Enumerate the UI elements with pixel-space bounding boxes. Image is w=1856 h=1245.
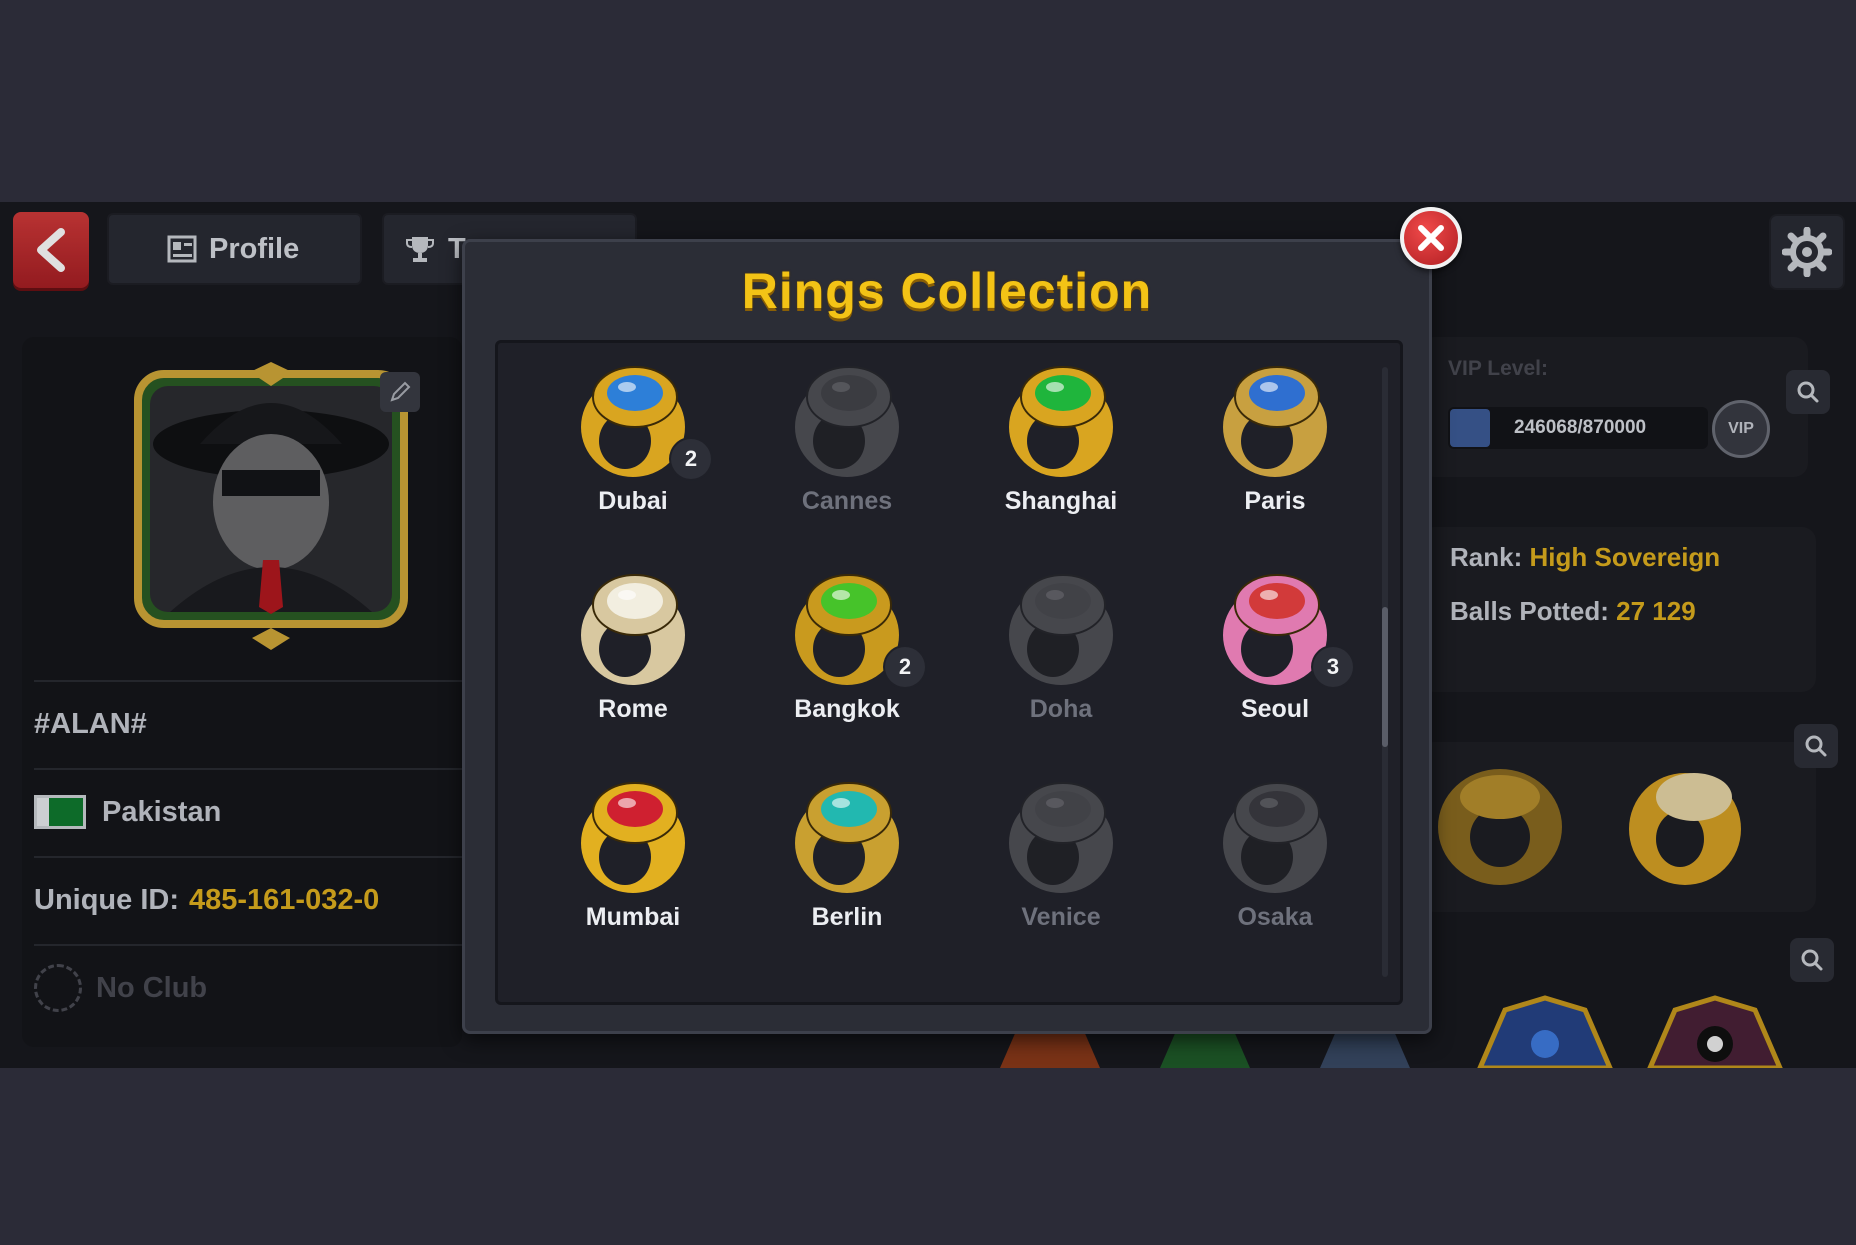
rings-scrollbar-thumb[interactable] (1382, 607, 1388, 747)
ring-cannes-icon (795, 366, 899, 477)
ring-name: Bangkok (794, 695, 900, 723)
close-icon (1418, 225, 1444, 251)
ring-name: Shanghai (1004, 487, 1118, 515)
ring-item-shanghai[interactable]: Shanghai (961, 357, 1161, 557)
ring-count-badge: 2 (885, 647, 925, 687)
ring-name: Cannes (801, 487, 893, 515)
letterbox-bottom (0, 1068, 1856, 1245)
ring-item-mumbai[interactable]: Mumbai (533, 773, 733, 973)
close-button[interactable] (1400, 207, 1462, 269)
ring-count-badge: 3 (1313, 647, 1353, 687)
ring-item-doha[interactable]: Doha (961, 565, 1161, 765)
letterbox-top (0, 0, 1856, 202)
ring-item-paris[interactable]: Paris (1175, 357, 1375, 557)
ring-item-dubai[interactable]: Dubai 2 (533, 357, 733, 557)
ring-rome-icon (581, 574, 685, 685)
ring-item-bangkok[interactable]: Bangkok 2 (747, 565, 947, 765)
ring-name: Doha (1029, 695, 1093, 723)
ring-item-seoul[interactable]: Seoul 3 (1175, 565, 1375, 765)
ring-venice-icon (1009, 782, 1113, 893)
ring-name: Dubai (598, 487, 668, 515)
ring-doha-icon (1009, 574, 1113, 685)
modal-title: Rings Collection (741, 263, 1153, 319)
ring-item-osaka[interactable]: Osaka (1175, 773, 1375, 973)
ring-osaka-icon (1223, 782, 1327, 893)
ring-name: Rome (598, 695, 668, 723)
ring-name: Berlin (811, 903, 883, 931)
rings-scrollbar[interactable] (1382, 367, 1388, 977)
game-screen: Profile Tr #ALAN# Pakistan U (0, 202, 1856, 1068)
rings-grid: Dubai 2 Cannes Shanghai Paris Rome Bangkok 2 Doh… (495, 340, 1403, 1005)
ring-name: Mumbai (585, 903, 681, 931)
ring-mumbai-icon (581, 782, 685, 893)
ring-count-badge: 2 (671, 439, 711, 479)
ring-item-berlin[interactable]: Berlin (747, 773, 947, 973)
ring-paris-icon (1223, 366, 1327, 477)
ring-shanghai-icon (1009, 366, 1113, 477)
ring-name: Seoul (1240, 695, 1310, 723)
ring-item-venice[interactable]: Venice (961, 773, 1161, 973)
ring-berlin-icon (795, 782, 899, 893)
ring-item-cannes[interactable]: Cannes (747, 357, 947, 557)
ring-item-rome[interactable]: Rome (533, 565, 733, 765)
rings-collection-modal: Rings Collection Dubai 2 Cannes Shanghai Par… (462, 239, 1432, 1034)
ring-name: Venice (1021, 903, 1101, 931)
ring-name: Paris (1244, 487, 1306, 515)
ring-name: Osaka (1237, 903, 1313, 931)
